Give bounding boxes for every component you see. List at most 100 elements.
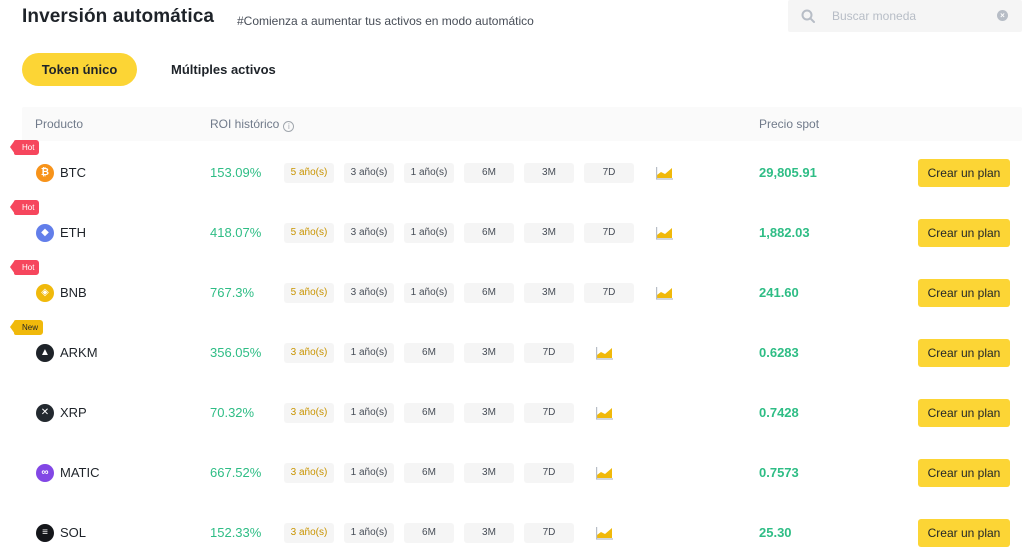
coin-symbol: BTC [60, 165, 86, 180]
chart-icon[interactable] [656, 165, 673, 180]
period-option[interactable]: 3M [464, 523, 514, 543]
new-badge: New [9, 320, 44, 335]
period-option[interactable]: 7D [524, 523, 574, 543]
table-row: Hot ₿ BTC 153.09% 5 año(s) 3 año(s) 1 año(s) 6M… [0, 140, 1024, 203]
period-option[interactable]: 3 año(s) [284, 343, 334, 363]
period-option[interactable]: 5 año(s) [284, 163, 334, 183]
period-option[interactable]: 1 año(s) [404, 283, 454, 303]
period-option[interactable]: 7D [524, 403, 574, 423]
period-option[interactable]: 6M [464, 283, 514, 303]
table-row: New ▲ ARKM 356.05% 3 año(s) 1 año(s) 6M 3M 7D 0.6… [0, 320, 1024, 383]
spot-price: 29,805.91 [759, 165, 817, 180]
period-option[interactable]: 1 año(s) [404, 223, 454, 243]
period-option[interactable]: 1 año(s) [344, 343, 394, 363]
spot-price: 241.60 [759, 285, 799, 300]
info-icon[interactable]: i [283, 121, 295, 132]
chart-icon[interactable] [596, 465, 613, 480]
period-option[interactable]: 6M [404, 463, 454, 483]
period-option[interactable]: 3M [464, 403, 514, 423]
create-plan-button[interactable]: Crear un plan [918, 339, 1010, 367]
sol-coin-icon: ≡ [36, 524, 54, 542]
table-row: ≡ SOL 152.33% 3 año(s) 1 año(s) 6M 3M 7D 25.30 Cr… [0, 503, 1024, 549]
period-option[interactable]: 7D [584, 163, 634, 183]
create-plan-button[interactable]: Crear un plan [918, 459, 1010, 487]
period-option[interactable]: 6M [404, 403, 454, 423]
period-option[interactable]: 3M [464, 463, 514, 483]
period-option[interactable]: 6M [464, 223, 514, 243]
roi-value: 356.05% [210, 345, 262, 360]
chart-icon[interactable] [596, 345, 613, 360]
period-option[interactable]: 1 año(s) [344, 463, 394, 483]
chart-icon[interactable] [656, 225, 673, 240]
period-option[interactable]: 7D [584, 283, 634, 303]
period-option[interactable]: 1 año(s) [344, 523, 394, 543]
coin-symbol: ETH [60, 225, 86, 240]
xrp-coin-icon: ✕ [36, 404, 54, 422]
period-option[interactable]: 6M [464, 163, 514, 183]
table-row: Hot ◆ ETH 418.07% 5 año(s) 3 año(s) 1 año(s) 6M… [0, 200, 1024, 263]
create-plan-button[interactable]: Crear un plan [918, 219, 1010, 247]
table-row: ✕ XRP 70.32% 3 año(s) 1 año(s) 6M 3M 7D 0.7428 Cr… [0, 383, 1024, 443]
spot-price: 0.6283 [759, 345, 799, 360]
roi-value: 667.52% [210, 465, 262, 480]
period-option[interactable]: 1 año(s) [404, 163, 454, 183]
spot-price: 1,882.03 [759, 225, 810, 240]
period-option[interactable]: 3M [524, 223, 574, 243]
period-option[interactable]: 6M [404, 343, 454, 363]
hot-badge: Hot [9, 140, 40, 155]
spot-price: 0.7573 [759, 465, 799, 480]
spot-price: 0.7428 [759, 405, 799, 420]
create-plan-button[interactable]: Crear un plan [918, 399, 1010, 427]
table-header: Producto ROI histórico i Precio spot [22, 107, 1022, 141]
btc-coin-icon: ₿ [36, 164, 54, 182]
search-box[interactable]: × [788, 0, 1022, 32]
period-option[interactable]: 3 año(s) [284, 523, 334, 543]
tab-single-token[interactable]: Token único [22, 53, 137, 86]
coin-symbol: BNB [60, 285, 87, 300]
period-option[interactable]: 5 año(s) [284, 223, 334, 243]
bnb-coin-icon: ◈ [36, 284, 54, 302]
chart-icon[interactable] [656, 285, 673, 300]
period-option[interactable]: 3 año(s) [284, 463, 334, 483]
create-plan-button[interactable]: Crear un plan [918, 279, 1010, 307]
arkm-coin-icon: ▲ [36, 344, 54, 362]
search-icon [801, 9, 815, 23]
coin-symbol: SOL [60, 525, 87, 540]
chart-icon[interactable] [596, 405, 613, 420]
period-option[interactable]: 7D [524, 463, 574, 483]
period-option[interactable]: 1 año(s) [344, 403, 394, 423]
create-plan-button[interactable]: Crear un plan [918, 519, 1010, 547]
period-option[interactable]: 6M [404, 523, 454, 543]
create-plan-button[interactable]: Crear un plan [918, 159, 1010, 187]
roi-value: 152.33% [210, 525, 262, 540]
period-option[interactable]: 3 año(s) [344, 163, 394, 183]
chart-icon[interactable] [596, 525, 613, 540]
roi-value: 418.07% [210, 225, 262, 240]
period-option[interactable]: 3 año(s) [284, 403, 334, 423]
period-option[interactable]: 3 año(s) [344, 283, 394, 303]
period-option[interactable]: 3M [464, 343, 514, 363]
period-option[interactable]: 3 año(s) [344, 223, 394, 243]
search-input[interactable] [832, 0, 992, 32]
column-header-roi: ROI histórico i [210, 107, 295, 141]
period-option[interactable]: 3M [524, 163, 574, 183]
roi-value: 153.09% [210, 165, 262, 180]
period-option[interactable]: 7D [524, 343, 574, 363]
roi-value: 70.32% [210, 405, 255, 420]
page-subtitle: #Comienza a aumentar tus activos en modo… [237, 14, 534, 28]
column-header-product: Producto [35, 117, 84, 131]
column-header-price: Precio spot [759, 117, 820, 131]
column-header-roi-label: ROI histórico [210, 117, 280, 131]
spot-price: 25.30 [759, 525, 792, 540]
hot-badge: Hot [9, 260, 40, 275]
table-row: Hot ◈ BNB 767.3% 5 año(s) 3 año(s) 1 año(s) 6M 3… [0, 260, 1024, 323]
coin-symbol: ARKM [60, 345, 98, 360]
hot-badge: Hot [9, 200, 40, 215]
tab-multiple-assets[interactable]: Múltiples activos [171, 53, 276, 86]
period-option[interactable]: 3M [524, 283, 574, 303]
page-title: Inversión automática [22, 6, 215, 27]
period-option[interactable]: 7D [584, 223, 634, 243]
period-option[interactable]: 5 año(s) [284, 283, 334, 303]
clear-icon[interactable]: × [997, 10, 1008, 21]
roi-value: 767.3% [210, 285, 255, 300]
